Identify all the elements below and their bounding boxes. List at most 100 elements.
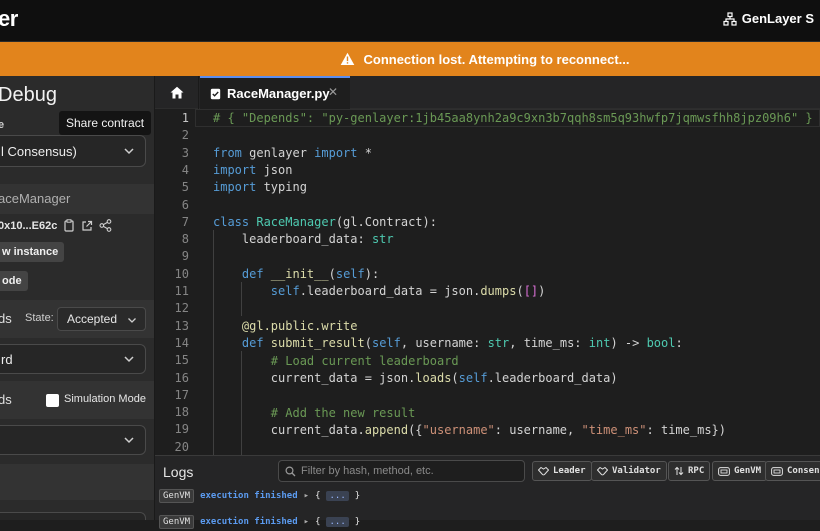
close-tab-icon[interactable]: ✕ [328, 85, 338, 99]
external-link-icon[interactable] [81, 220, 93, 232]
log-source-tag: GenVM [159, 515, 195, 529]
code-line-10: def __init__(self): [213, 267, 380, 281]
code-line-1: # { "Depends": "py-genlayer:1jb45aa8ynh2… [213, 111, 813, 125]
logs-filter-placeholder: Filter by hash, method, etc. [301, 465, 434, 477]
line-number: 12 [174, 301, 189, 316]
code-line-7: class RaceManager(gl.Contract): [213, 215, 437, 229]
log-object-collapsed[interactable]: ... [326, 491, 349, 501]
line-number: 4 [181, 162, 189, 177]
file-tab-label: RaceManager.py [227, 86, 330, 101]
read-methods-header: ds State: Accepted [0, 300, 154, 338]
top-bar: er GenLayer S [0, 0, 820, 42]
code-line-14: def submit_result(self, username: str, t… [213, 336, 683, 350]
state-label: State: [25, 312, 54, 324]
code-line-18: # Add the new result [213, 406, 416, 420]
execution-mode-label: e [0, 119, 4, 131]
warning-icon [341, 52, 355, 65]
read-method-value: rd [1, 351, 13, 367]
expand-arrow-icon[interactable]: ▸ [304, 491, 309, 501]
filter-chip-genvm[interactable]: GenVM [712, 461, 768, 481]
chevron-down-icon [124, 437, 134, 444]
sidebar-bottom-select[interactable] [0, 512, 146, 520]
execution-mode-value: l Consensus) [1, 143, 77, 159]
brand-label: GenLayer S [741, 11, 814, 26]
handshake-icon [597, 466, 608, 476]
contract-header: aceManager [0, 184, 154, 214]
filter-chip-rpc[interactable]: RPC [668, 461, 711, 481]
banner-text: Connection lost. Attempting to reconnect… [363, 51, 630, 67]
editor-tabs: RaceManager.py ✕ [155, 76, 820, 109]
log-message: execution finished [200, 491, 298, 501]
home-icon [170, 86, 183, 99]
state-select[interactable]: Accepted [57, 307, 146, 331]
line-number: 7 [181, 214, 189, 229]
contract-address: 0x10...E62c [0, 219, 58, 232]
code-line-19: current_data.append({"username": usernam… [213, 423, 726, 437]
contract-address-row: 0x10...E62c [0, 219, 112, 232]
line-number: 14 [174, 335, 189, 350]
execution-mode-select[interactable]: l Consensus) [0, 135, 146, 167]
expand-arrow-icon[interactable]: ▸ [304, 517, 309, 527]
filter-chip-validator[interactable]: Validator [591, 461, 667, 481]
app-logo[interactable]: er [0, 6, 18, 32]
file-tab-racemanager[interactable]: RaceManager.py ✕ [200, 76, 350, 109]
handshake-icon [538, 466, 549, 476]
read-method-select[interactable]: rd [0, 344, 146, 374]
state-value: Accepted [67, 312, 118, 326]
code-line-16: current_data = json.loads(self.leaderboa… [213, 371, 618, 385]
vm-icon [718, 466, 730, 476]
simulation-mode-label[interactable]: Simulation Mode [64, 393, 146, 405]
code-line-8: leaderboard_data: str [213, 232, 394, 246]
read-methods-label: ds [0, 311, 12, 326]
sidebar-title: Debug [0, 84, 57, 106]
home-tab[interactable] [155, 76, 199, 109]
log-object-close: } [354, 491, 361, 501]
connection-banner: Connection lost. Attempting to reconnect… [0, 42, 820, 76]
line-number: 5 [181, 180, 189, 195]
share-contract-tooltip: Share contract [59, 111, 152, 135]
code-editor[interactable]: 1 2 3 4 5 6 7 8 9 10 11 12 13 14 15 16 17 18 19 20 # { "Dep… [155, 109, 820, 455]
log-object-close: } [354, 517, 361, 527]
log-entry[interactable]: GenVM execution finished ▸ { ... } [159, 513, 360, 531]
search-icon [285, 465, 296, 476]
line-number: 18 [174, 405, 189, 420]
log-object-collapsed[interactable]: ... [326, 517, 349, 527]
network-selector[interactable]: GenLayer S [723, 11, 814, 26]
log-source-tag: GenVM [159, 489, 195, 503]
line-number: 15 [174, 353, 189, 368]
network-icon [723, 11, 737, 26]
write-method-select[interactable] [0, 425, 146, 455]
log-entry[interactable]: GenVM execution finished ▸ { ... } [159, 487, 360, 505]
log-message: execution finished [200, 517, 298, 527]
logs-filter-input[interactable]: Filter by hash, method, etc. [278, 460, 525, 482]
filter-chip-leader[interactable]: Leader [532, 461, 592, 481]
code-line-5: import typing [213, 180, 307, 194]
line-number: 19 [174, 422, 189, 437]
chevron-down-icon [124, 356, 134, 363]
line-number: 13 [174, 318, 189, 333]
sidebar-section-row [0, 464, 154, 500]
chevron-down-icon [124, 148, 134, 155]
log-object-open: { [315, 491, 321, 501]
line-number: 11 [174, 284, 189, 298]
simulation-mode-checkbox[interactable] [46, 394, 59, 407]
line-number: 6 [181, 197, 189, 212]
line-number: 20 [174, 439, 189, 454]
line-number: 3 [181, 145, 189, 160]
code-line-3: from genlayer import * [213, 146, 372, 160]
filter-chip-consensus[interactable]: Consens [765, 461, 820, 481]
contract-name: aceManager [0, 191, 71, 206]
code-line-11: self.leaderboard_data = json.dumps([]) [213, 284, 546, 298]
logs-title: Logs [163, 464, 194, 480]
file-check-icon [210, 88, 221, 99]
line-number: 8 [181, 232, 189, 247]
share-icon[interactable] [99, 219, 112, 232]
line-number: 10 [174, 266, 189, 281]
code-line-13: @gl.public.write [213, 319, 358, 333]
view-code-button[interactable]: ode [0, 271, 28, 291]
vm-icon [771, 466, 783, 476]
new-instance-button[interactable]: w instance [0, 242, 65, 262]
copy-icon[interactable] [63, 219, 75, 232]
line-number: 2 [181, 128, 189, 143]
line-number: 1 [181, 111, 189, 125]
